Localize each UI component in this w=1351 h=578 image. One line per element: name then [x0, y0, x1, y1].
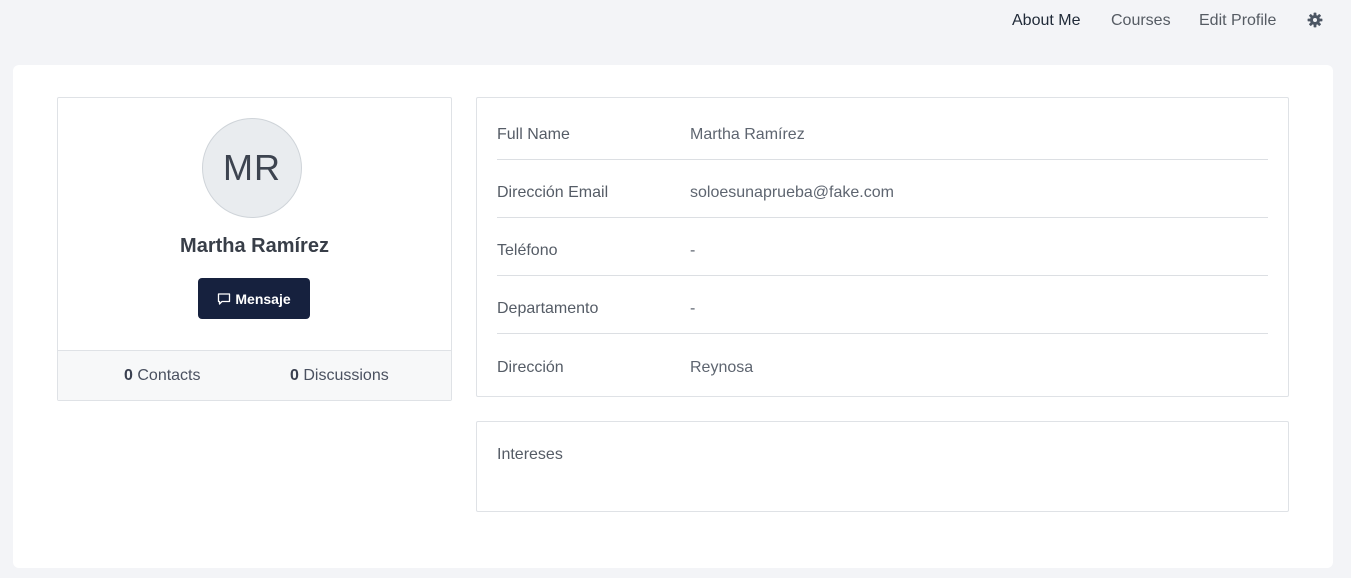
nav-about-me[interactable]: About Me [1012, 11, 1080, 31]
interests-card: Intereses [476, 421, 1289, 512]
nav-edit-profile[interactable]: Edit Profile [1199, 11, 1276, 31]
detail-row-address: Dirección Reynosa [497, 335, 1268, 393]
detail-label: Dirección [497, 359, 564, 376]
nav-courses[interactable]: Courses [1111, 11, 1171, 31]
detail-row-phone: Teléfono - [497, 218, 1268, 276]
discussions-count: 0 [290, 367, 299, 384]
detail-value: soloesunaprueba@fake.com [690, 184, 894, 201]
discussions-stat[interactable]: 0 Discussions [290, 367, 389, 385]
message-button-label: Mensaje [235, 290, 291, 307]
gear-icon[interactable] [1307, 12, 1323, 28]
detail-label: Departamento [497, 300, 599, 317]
discussions-label: Discussions [303, 367, 389, 384]
detail-value: - [690, 300, 696, 317]
detail-row-email: Dirección Email soloesunaprueba@fake.com [497, 160, 1268, 218]
detail-row-full-name: Full Name Martha Ramírez [497, 102, 1268, 160]
details-card: Full Name Martha Ramírez Dirección Email… [476, 97, 1289, 397]
detail-value: - [690, 242, 696, 259]
avatar-initials: MR [223, 147, 281, 188]
contacts-label: Contacts [137, 367, 201, 384]
message-button[interactable]: Mensaje [198, 278, 310, 319]
contacts-count: 0 [124, 367, 133, 384]
profile-name: Martha Ramírez [180, 235, 329, 257]
interests-label: Intereses [497, 446, 563, 463]
detail-label: Full Name [497, 126, 570, 143]
detail-value: Martha Ramírez [690, 126, 805, 143]
detail-label: Teléfono [497, 242, 558, 259]
detail-value: Reynosa [690, 359, 754, 376]
contacts-stat[interactable]: 0 Contacts [124, 367, 201, 385]
chat-bubble-icon [218, 292, 231, 305]
detail-row-department: Departamento - [497, 276, 1268, 334]
profile-card: MR Martha Ramírez Mensaje 0 Contacts 0 D… [57, 97, 452, 401]
profile-stats: 0 Contacts 0 Discussions [58, 350, 451, 400]
detail-label: Dirección Email [497, 184, 609, 201]
top-navigation: About Me Courses Edit Profile [0, 0, 1351, 42]
avatar: MR [202, 118, 302, 218]
